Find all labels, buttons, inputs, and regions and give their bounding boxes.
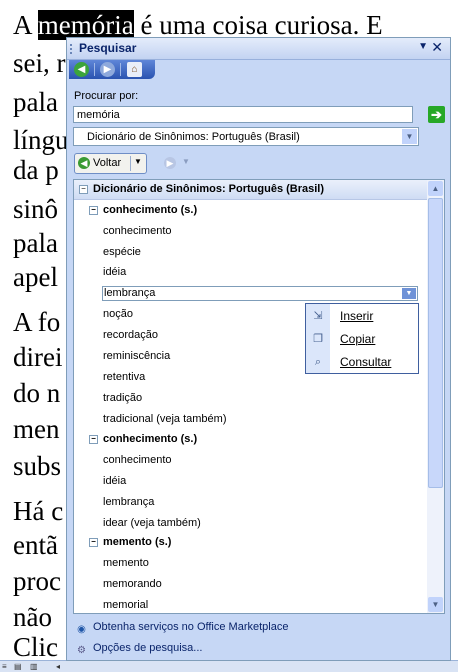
collapse-icon[interactable]: − <box>89 538 98 547</box>
synonym-item-selected[interactable]: lembrança ▼ <box>102 286 418 301</box>
chevron-down-icon[interactable]: ▼ <box>402 288 416 299</box>
doc-line: proc <box>13 566 61 596</box>
menu-item-lookup[interactable]: ⌕ Consultar <box>306 351 418 373</box>
back-arrow-icon: ◀ <box>78 157 90 169</box>
synonym-item[interactable]: idear (veja também) <box>103 517 201 529</box>
results-header[interactable]: − Dicionário de Sinônimos: Português (Br… <box>74 180 427 200</box>
home-icon[interactable]: ⌂ <box>127 62 142 77</box>
scroll-thumb[interactable] <box>428 198 443 488</box>
synonym-item[interactable]: tradição <box>103 392 142 404</box>
web-view-icon[interactable]: ▤ <box>14 662 24 671</box>
pane-menu-icon[interactable]: ▼ <box>418 41 428 52</box>
doc-line: Clic <box>13 632 58 662</box>
doc-line: língu <box>13 125 69 155</box>
forward-button[interactable]: ▶ ▼ <box>161 153 201 174</box>
synonym-item[interactable]: memento <box>103 557 149 569</box>
synonym-item[interactable]: espécie <box>103 246 141 258</box>
collapse-icon[interactable]: − <box>89 206 98 215</box>
search-label: Procurar por: <box>74 90 139 102</box>
doc-line: A fo <box>13 307 61 337</box>
doc-line: subs <box>13 451 62 481</box>
scroll-up-icon[interactable]: ▲ <box>428 181 443 196</box>
results-scrollbar[interactable]: ▲ ▼ <box>427 180 444 613</box>
synonym-item[interactable]: recordação <box>103 329 158 341</box>
lookup-icon: ⌕ <box>314 356 322 368</box>
doc-line: Há c <box>13 496 64 526</box>
scroll-down-icon[interactable]: ▼ <box>428 597 443 612</box>
insert-icon: ⇲ <box>313 310 323 322</box>
doc-line: sei, r <box>13 48 66 78</box>
pane-title-bar[interactable]: Pesquisar ▼ ✕ <box>67 38 450 60</box>
options-icon: ⚙ <box>77 645 86 656</box>
pane-nav-bar: ◀ ▶ ⌂ <box>69 60 155 79</box>
forward-arrow-icon: ▶ <box>164 157 176 169</box>
selected-word: memória <box>37 10 134 40</box>
results-source-title: Dicionário de Sinônimos: Português (Bras… <box>93 183 325 195</box>
back-button[interactable]: ◀ Voltar ▼ <box>74 153 147 174</box>
divider <box>130 156 131 171</box>
synonym-item[interactable]: idéia <box>103 475 126 487</box>
doc-line: direi <box>13 342 63 372</box>
synonym-item[interactable]: conhecimento <box>103 454 172 466</box>
synonym-item[interactable]: retentiva <box>103 371 145 383</box>
close-icon[interactable]: ✕ <box>431 39 443 56</box>
normal-view-icon[interactable]: ≡ <box>2 662 12 671</box>
chevron-down-icon[interactable]: ▼ <box>182 157 190 166</box>
doc-line: entã <box>13 530 58 560</box>
divider <box>120 63 121 76</box>
synonym-item[interactable]: lembrança <box>103 496 154 508</box>
synonym-item[interactable]: memorial <box>103 599 148 611</box>
doc-line: sinô <box>13 194 59 224</box>
office-marketplace-link[interactable]: ◉ Obtenha serviços no Office Marketplace <box>75 621 288 636</box>
marketplace-icon: ◉ <box>77 624 86 635</box>
reading-view-icon[interactable]: ▥ <box>30 662 40 671</box>
doc-line: não <box>13 602 52 632</box>
doc-line: men <box>13 414 60 444</box>
copy-icon: ❐ <box>313 333 323 345</box>
meaning-heading[interactable]: − memento (s.) <box>89 536 171 548</box>
synonym-item[interactable]: idéia <box>103 266 126 278</box>
collapse-icon[interactable]: − <box>79 185 88 194</box>
doc-line: da p <box>13 155 59 185</box>
start-search-button[interactable]: ➔ <box>428 106 445 123</box>
doc-line: apel <box>13 262 58 292</box>
synonym-item[interactable]: memorando <box>103 578 162 590</box>
synonym-item[interactable]: tradicional (veja também) <box>103 413 227 425</box>
divider <box>94 63 95 76</box>
doc-line: pala <box>13 228 58 258</box>
back-icon[interactable]: ◀ <box>74 62 89 77</box>
doc-line: pala <box>13 87 58 117</box>
source-value: Dicionário de Sinônimos: Português (Bras… <box>87 131 300 143</box>
research-options-link[interactable]: ⚙ Opções de pesquisa... <box>75 642 202 657</box>
synonym-item[interactable]: reminiscência <box>103 350 170 362</box>
pane-title: Pesquisar <box>79 41 137 55</box>
menu-item-copy[interactable]: ❐ Copiar <box>306 328 418 350</box>
meaning-heading[interactable]: − conhecimento (s.) <box>89 204 197 216</box>
synonym-item[interactable]: noção <box>103 308 133 320</box>
search-input[interactable] <box>73 106 413 123</box>
chevron-down-icon[interactable]: ▼ <box>402 129 417 144</box>
context-menu: ⇲ Inserir ❐ Copiar ⌕ Consultar <box>305 303 419 374</box>
chevron-down-icon[interactable]: ▼ <box>134 157 142 166</box>
view-bar: ≡ ▤ ▥ ◂ <box>0 660 458 672</box>
doc-line: do n <box>13 378 61 408</box>
menu-item-insert[interactable]: ⇲ Inserir <box>306 305 418 327</box>
grip-icon[interactable] <box>70 44 74 54</box>
results-panel: − Dicionário de Sinônimos: Português (Br… <box>73 179 445 614</box>
scroll-left-icon[interactable]: ◂ <box>56 662 66 671</box>
collapse-icon[interactable]: − <box>89 435 98 444</box>
back-label: Voltar <box>93 157 122 169</box>
forward-icon[interactable]: ▶ <box>100 62 115 77</box>
meaning-heading[interactable]: − conhecimento (s.) <box>89 433 197 445</box>
source-select[interactable]: Dicionário de Sinônimos: Português (Bras… <box>73 127 419 146</box>
synonym-item[interactable]: conhecimento <box>103 225 172 237</box>
